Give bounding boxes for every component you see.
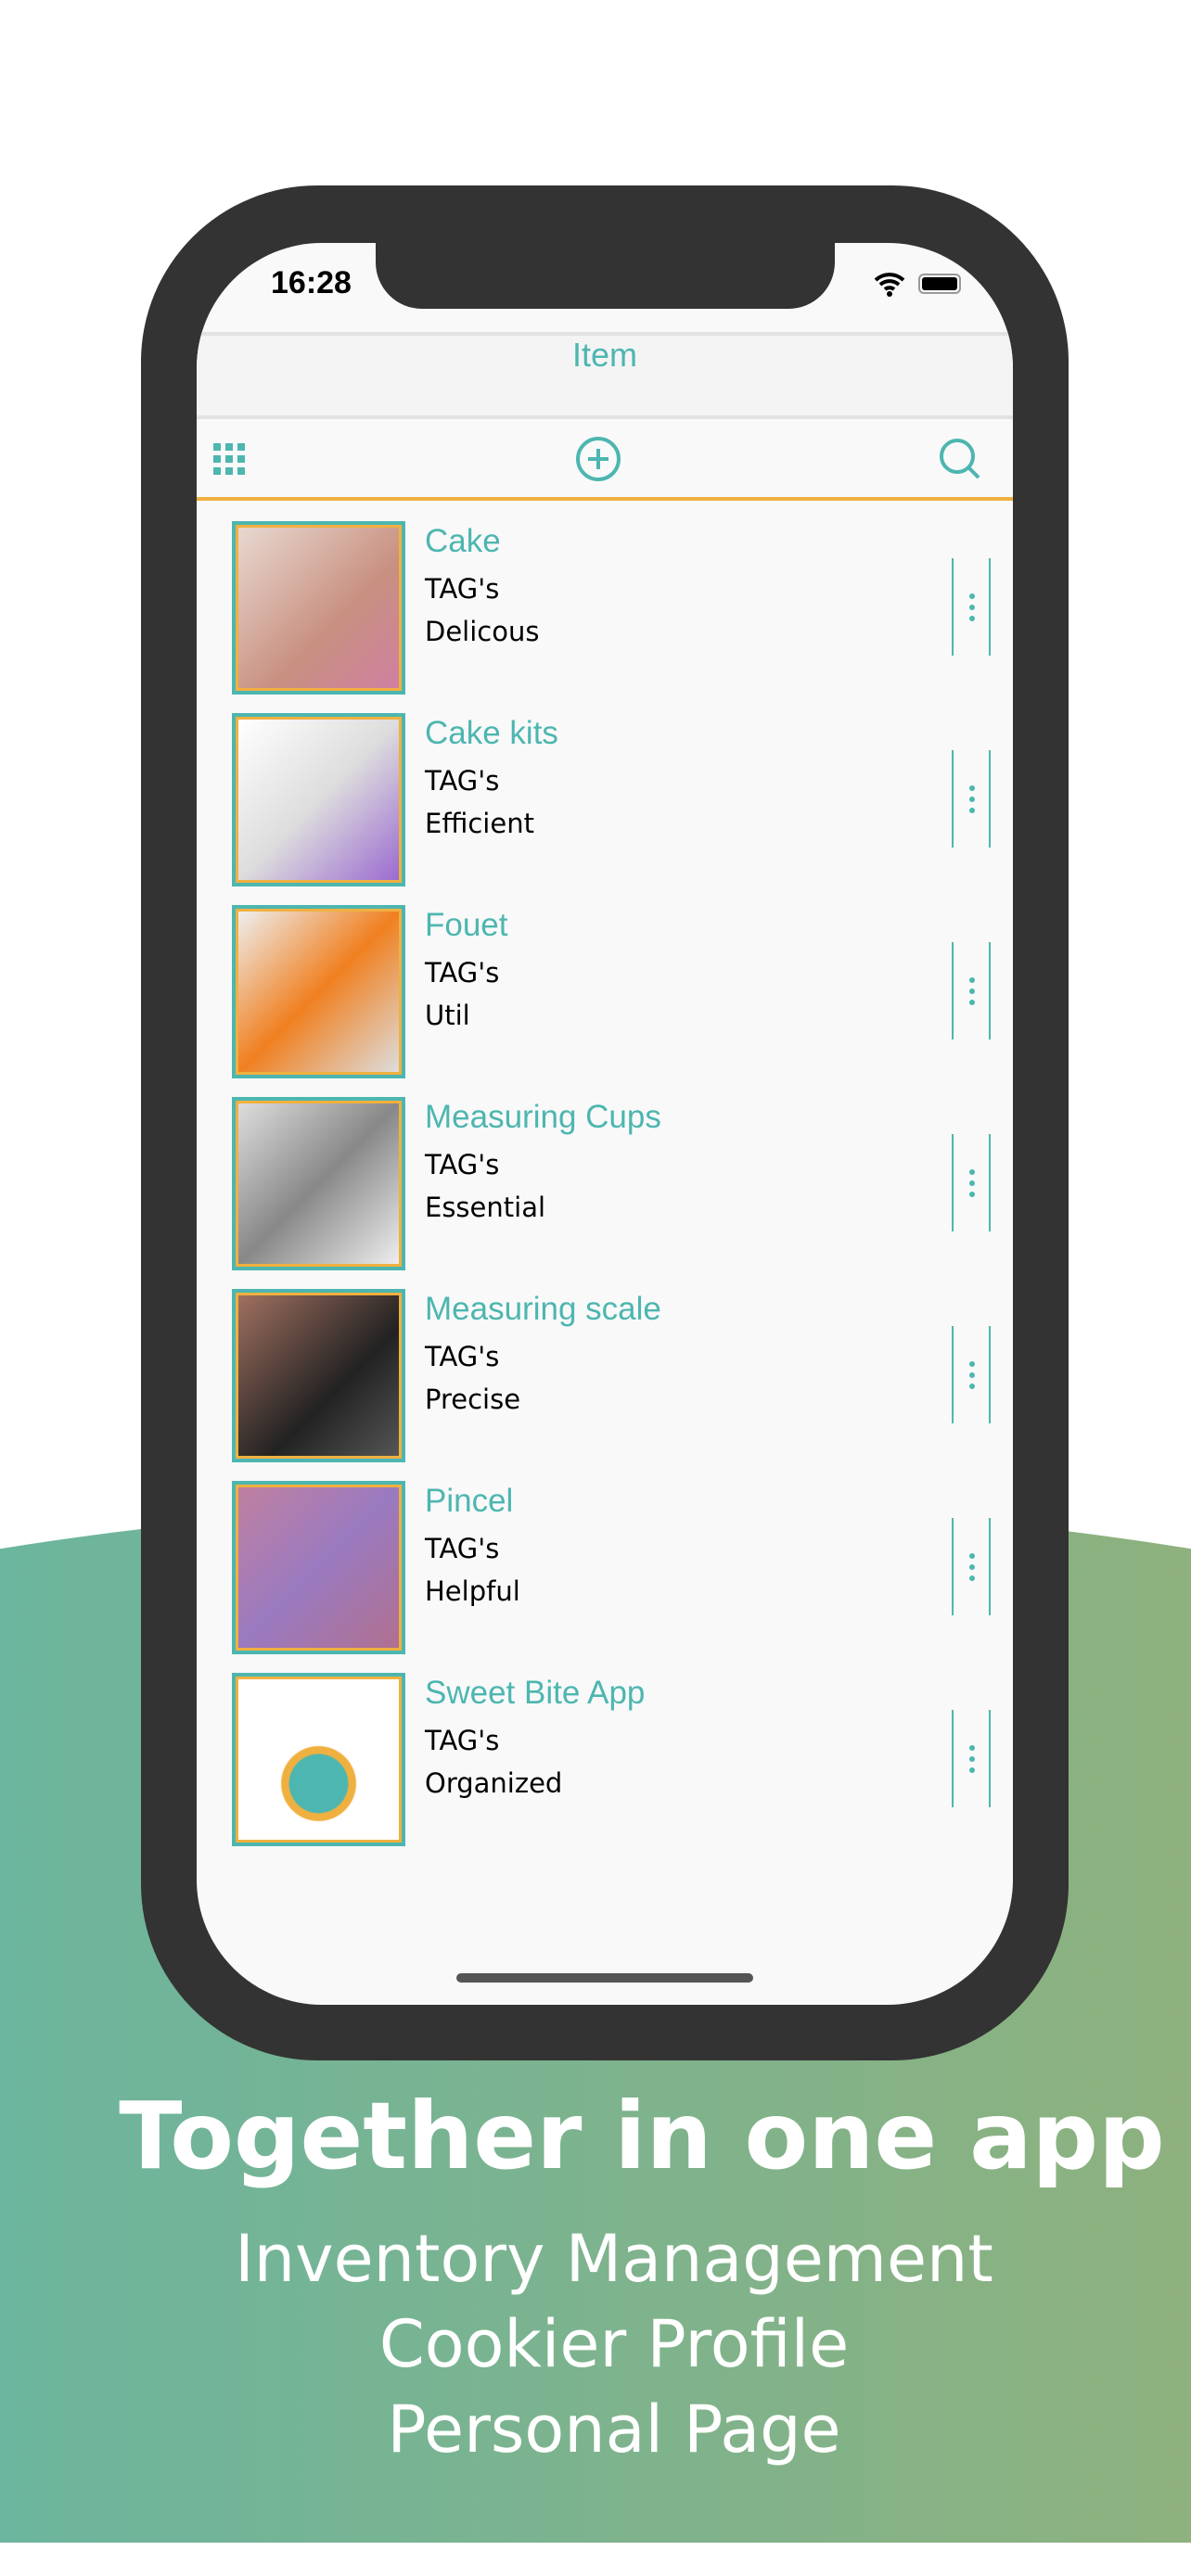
dot-icon — [969, 1372, 975, 1378]
dot-icon — [969, 1745, 975, 1751]
list-item[interactable]: Measuring scale TAG's Precise — [197, 1289, 1013, 1481]
dot-icon — [969, 1180, 975, 1186]
dot-icon — [969, 1361, 975, 1367]
dot-icon — [969, 1553, 975, 1559]
item-tag: TAG's — [425, 573, 500, 605]
more-options-button[interactable] — [952, 942, 991, 1039]
item-tag: TAG's — [425, 1149, 500, 1180]
battery-icon — [918, 274, 961, 294]
item-description: Delicous — [425, 616, 540, 647]
item-title[interactable]: Cake — [425, 523, 501, 560]
item-thumbnail[interactable] — [232, 1673, 405, 1846]
item-title[interactable]: Pincel — [425, 1483, 513, 1520]
promo-headline: Together in one app — [119, 2082, 1165, 2190]
home-indicator[interactable] — [456, 1973, 753, 1983]
item-description: Precise — [425, 1384, 521, 1415]
status-time: 16:28 — [271, 265, 352, 300]
list-item[interactable]: Sweet Bite App TAG's Organized — [197, 1673, 1013, 1865]
dot-icon — [969, 1564, 975, 1570]
list-item[interactable]: Cake TAG's Delicous — [197, 521, 1013, 713]
item-tag: TAG's — [425, 765, 500, 797]
item-description: Essential — [425, 1192, 546, 1223]
dot-icon — [969, 1384, 975, 1389]
grid-icon[interactable] — [213, 443, 245, 475]
item-description: Efficient — [425, 808, 534, 839]
toolbar — [197, 419, 1013, 501]
promo-line: Inventory Management — [235, 2221, 993, 2297]
dot-icon — [969, 1767, 975, 1773]
item-tag: TAG's — [425, 957, 500, 988]
item-description: Helpful — [425, 1575, 520, 1607]
dot-icon — [969, 1169, 975, 1175]
dot-icon — [969, 785, 975, 791]
search-icon[interactable] — [937, 436, 983, 482]
item-thumbnail[interactable] — [232, 521, 405, 695]
more-options-button[interactable] — [952, 1710, 991, 1807]
item-description: Util — [425, 1000, 470, 1031]
dot-icon — [969, 1192, 975, 1197]
dot-icon — [969, 797, 975, 802]
item-tag: TAG's — [425, 1341, 500, 1372]
list-item[interactable]: Measuring Cups TAG's Essential — [197, 1097, 1013, 1289]
dot-icon — [969, 616, 975, 621]
more-options-button[interactable] — [952, 1326, 991, 1423]
dot-icon — [969, 1575, 975, 1581]
list-item[interactable]: Fouet TAG's Util — [197, 905, 1013, 1097]
promo-line: Personal Page — [387, 2391, 841, 2468]
more-options-button[interactable] — [952, 1134, 991, 1231]
phone-frame: 16:28 Item Cake TAG's Delicous Cake kits… — [141, 185, 1069, 2060]
dot-icon — [969, 1756, 975, 1762]
dot-icon — [969, 808, 975, 813]
item-tag: TAG's — [425, 1533, 500, 1564]
item-thumbnail[interactable] — [232, 1481, 405, 1654]
dot-icon — [969, 988, 975, 994]
dot-icon — [969, 977, 975, 983]
dot-icon — [969, 605, 975, 610]
item-title[interactable]: Measuring scale — [425, 1291, 661, 1328]
notch — [376, 243, 835, 309]
dot-icon — [969, 593, 975, 599]
item-thumbnail[interactable] — [232, 713, 405, 886]
item-thumbnail[interactable] — [232, 1097, 405, 1270]
item-title[interactable]: Measuring Cups — [425, 1099, 661, 1136]
more-options-button[interactable] — [952, 558, 991, 656]
add-circle-icon[interactable] — [575, 436, 621, 482]
item-thumbnail[interactable] — [232, 905, 405, 1078]
more-options-button[interactable] — [952, 1518, 991, 1615]
dot-icon — [969, 1000, 975, 1005]
item-thumbnail[interactable] — [232, 1289, 405, 1462]
more-options-button[interactable] — [952, 750, 991, 848]
nav-title: Item — [197, 332, 1013, 419]
wifi-icon — [874, 273, 905, 297]
list-item[interactable]: Pincel TAG's Helpful — [197, 1481, 1013, 1673]
item-list: Cake TAG's Delicous Cake kits TAG's Effi… — [197, 521, 1013, 1865]
item-description: Organized — [425, 1767, 563, 1799]
status-icons — [874, 271, 961, 297]
item-title[interactable]: Cake kits — [425, 715, 558, 752]
phone-screen: 16:28 Item Cake TAG's Delicous Cake kits… — [197, 243, 1013, 2005]
item-tag: TAG's — [425, 1725, 500, 1756]
list-item[interactable]: Cake kits TAG's Efficient — [197, 713, 1013, 905]
promo-line: Cookier Profile — [378, 2306, 850, 2382]
item-title[interactable]: Fouet — [425, 907, 508, 944]
item-title[interactable]: Sweet Bite App — [425, 1675, 645, 1712]
